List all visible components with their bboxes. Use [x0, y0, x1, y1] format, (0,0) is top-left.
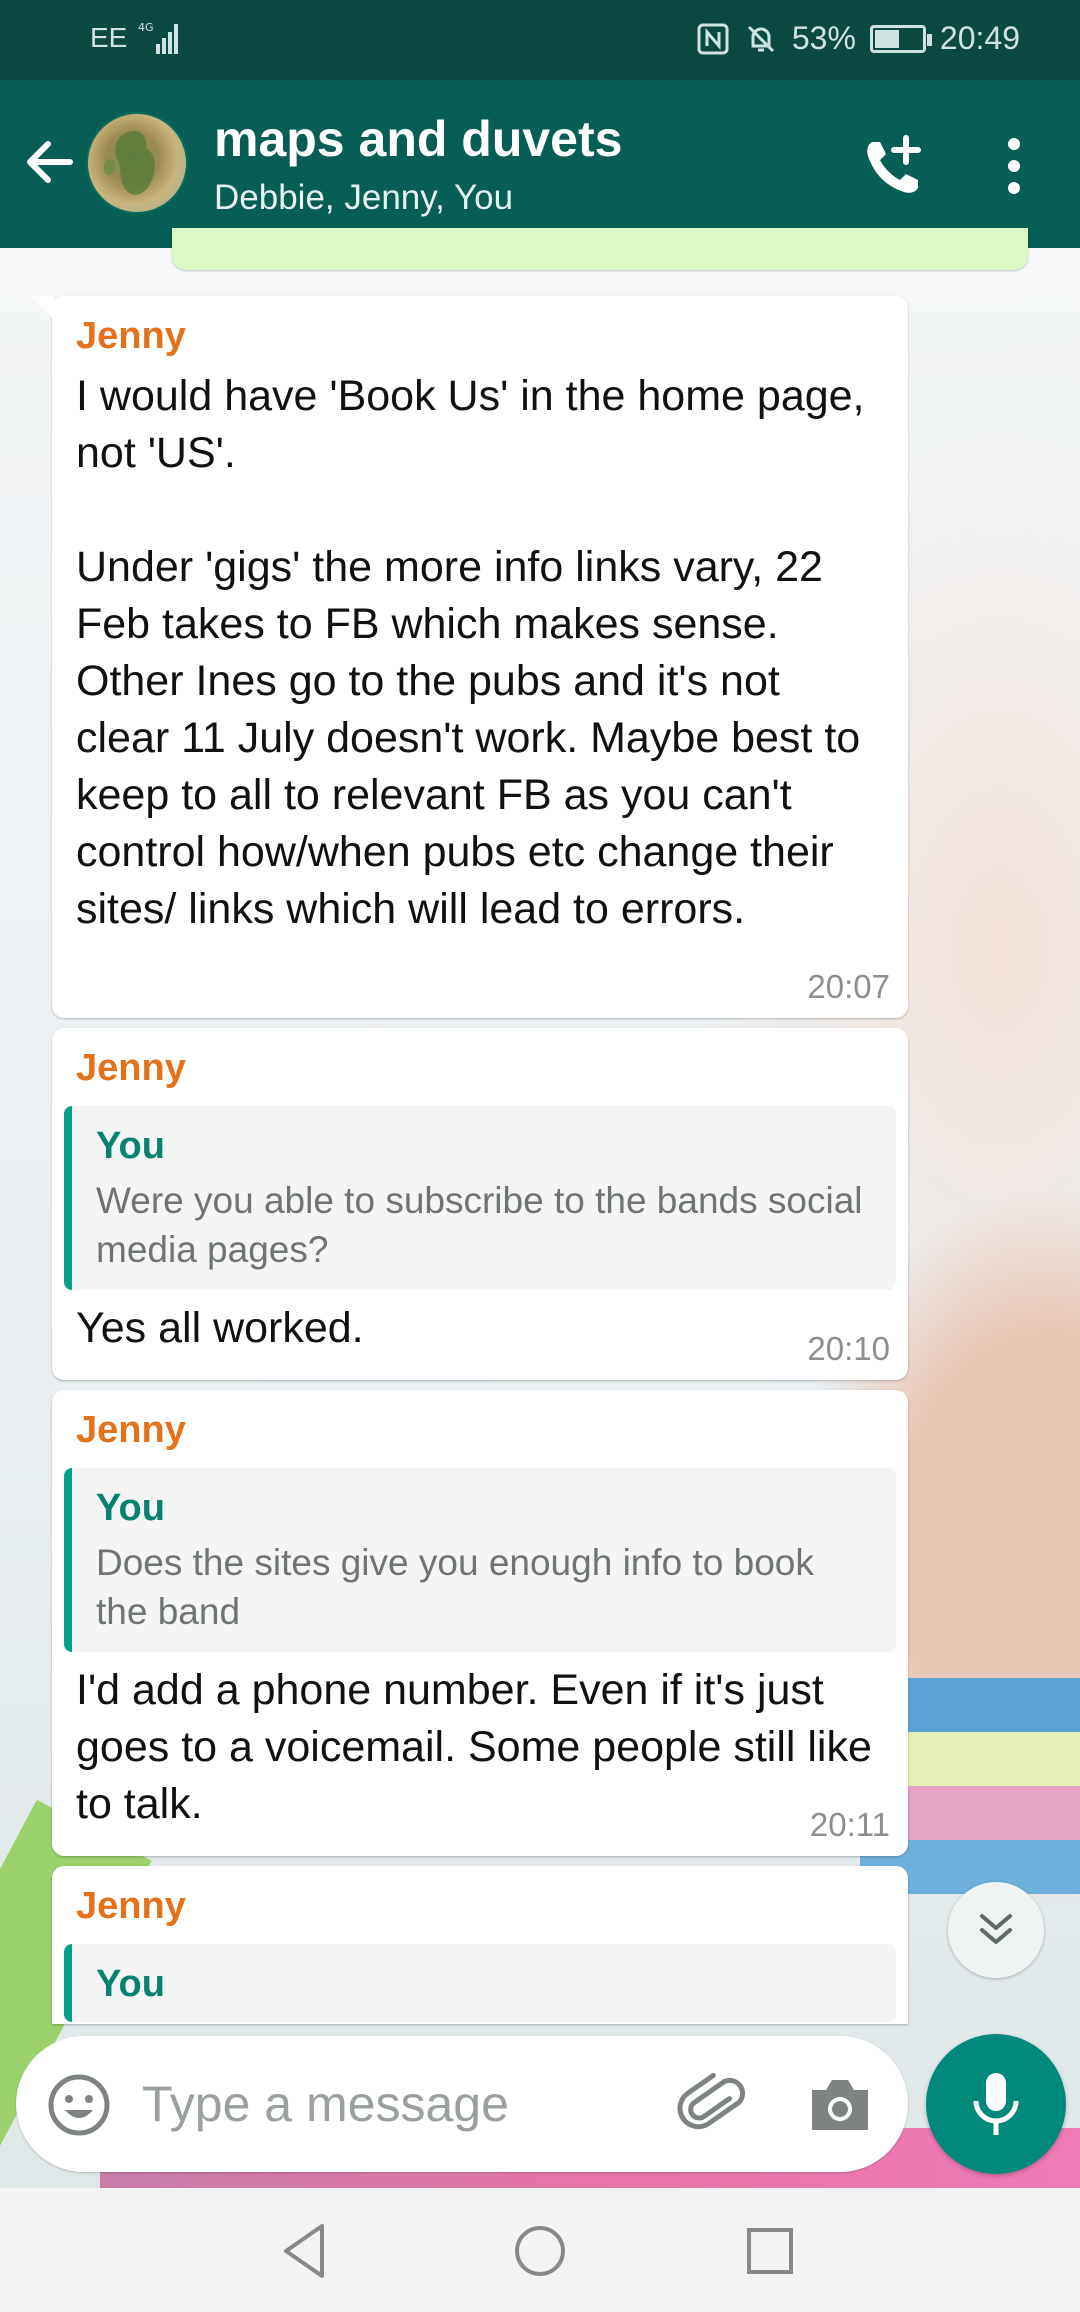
more-vert-icon[interactable]: [1002, 136, 1026, 196]
paperclip-icon[interactable]: [674, 2066, 754, 2146]
outgoing-message-partial[interactable]: [172, 228, 1028, 270]
message-input[interactable]: [142, 2066, 662, 2142]
incoming-message[interactable]: Jenny You Were you able to subscribe to …: [52, 1028, 908, 1380]
quoted-text: Were you able to subscribe to the bands …: [96, 1180, 863, 1270]
quoted-sender: You: [96, 1963, 165, 2005]
nav-back-icon[interactable]: [270, 2216, 340, 2286]
incoming-message[interactable]: Jenny You Does the sites give you enough…: [52, 1390, 908, 1856]
arrow-left-icon[interactable]: [20, 132, 80, 192]
quoted-sender: You: [96, 1125, 165, 1167]
chat-title[interactable]: maps and duvets: [214, 110, 622, 168]
message-time: 20:11: [809, 1806, 890, 1843]
voice-message-button[interactable]: [926, 2034, 1066, 2174]
chat-header: maps and duvets Debbie, Jenny, You: [0, 80, 1080, 248]
nav-home-icon[interactable]: [505, 2216, 575, 2286]
message-time: 20:10: [807, 1330, 890, 1367]
quoted-text: Does the sites give you enough info to b…: [96, 1542, 814, 1632]
system-nav-bar: [0, 2188, 1080, 2312]
map-image: [103, 130, 155, 195]
chat-participants[interactable]: Debbie, Jenny, You: [214, 178, 513, 218]
message-time: 20:07: [807, 968, 890, 1005]
sender-name: Jenny: [76, 1047, 186, 1089]
microphone-icon: [973, 2073, 1019, 2135]
double-chevron-down-icon: [980, 1914, 1012, 1944]
sender-name: Jenny: [76, 1885, 186, 1927]
battery-icon: [869, 24, 932, 53]
mute-bell-icon: [747, 25, 774, 52]
scroll-to-bottom-button[interactable]: [948, 1882, 1044, 1978]
phone-add-icon[interactable]: [858, 132, 928, 202]
message-composer: [16, 2036, 908, 2172]
sender-name: Jenny: [76, 315, 186, 357]
message-text: I'd add a phone number. Even if it's jus…: [76, 1666, 884, 1828]
message-text: Yes all worked.: [76, 1304, 364, 1352]
battery-percent: 53%: [791, 20, 856, 56]
clock: 20:49: [939, 20, 1020, 56]
smiley-icon[interactable]: [46, 2072, 112, 2138]
quoted-sender: You: [96, 1487, 165, 1529]
sender-name: Jenny: [76, 1409, 186, 1451]
nav-recents-icon[interactable]: [735, 2216, 805, 2286]
quoted-message[interactable]: You Were you able to subscribe to the ba…: [64, 1106, 896, 1290]
incoming-message-partial[interactable]: Jenny You: [52, 1866, 908, 2024]
status-bar: EE 4G 53% 20:49: [0, 0, 1080, 80]
carrier-label: EE: [90, 22, 128, 53]
group-avatar[interactable]: [86, 112, 188, 214]
quoted-message[interactable]: You Does the sites give you enough info …: [64, 1468, 896, 1652]
signal-icon: 4G: [138, 21, 178, 54]
network-type: 4G: [138, 21, 154, 34]
incoming-message[interactable]: Jenny I would have 'Book Us' in the home…: [30, 296, 908, 1018]
quoted-message[interactable]: You: [64, 1944, 896, 2022]
message-text: I would have 'Book Us' in the home page,…: [76, 372, 865, 933]
camera-icon[interactable]: [806, 2072, 874, 2138]
nfc-icon: [697, 23, 729, 54]
